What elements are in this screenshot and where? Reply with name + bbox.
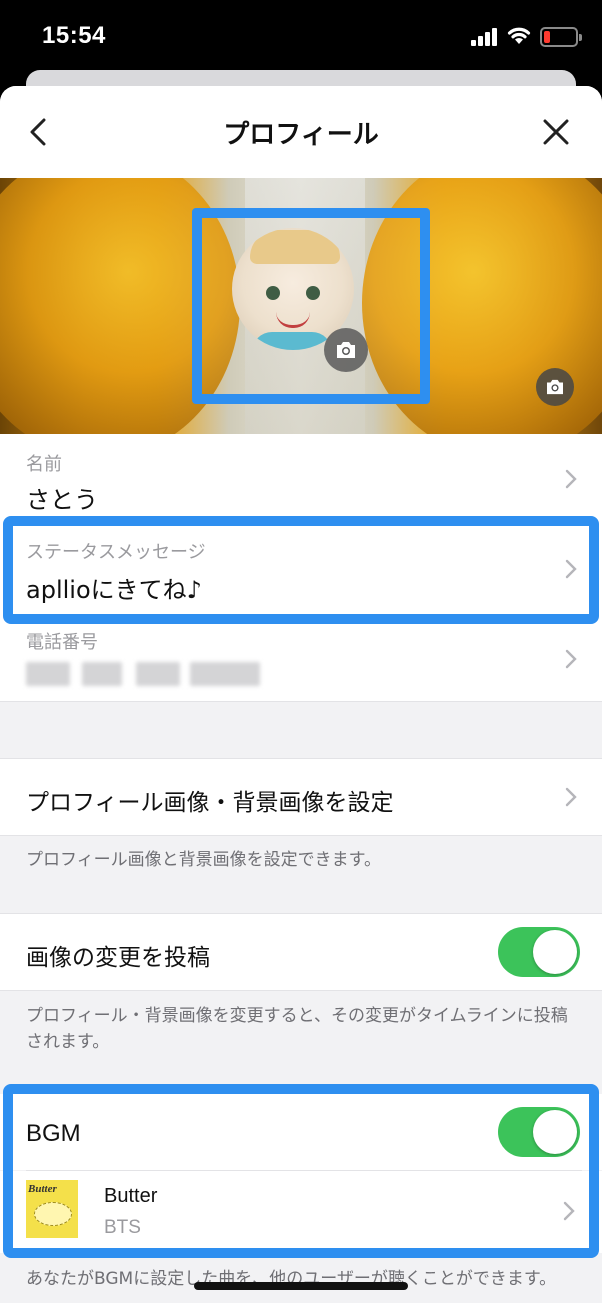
status-bar: 15:54	[0, 0, 602, 72]
divider	[0, 701, 602, 702]
phone-label: 電話番号	[26, 632, 98, 653]
signal-icon	[471, 28, 499, 46]
avatar-camera-button[interactable]	[324, 328, 368, 372]
avatar-highlight-frame	[192, 208, 430, 404]
status-message-highlight-frame	[3, 516, 599, 624]
set-images-row[interactable]: プロフィール画像・背景画像を設定	[0, 759, 602, 835]
post-change-label: 画像の変更を投稿	[26, 945, 210, 971]
divider	[0, 990, 602, 991]
name-value: さとう	[26, 486, 98, 514]
chevron-right-icon	[565, 787, 577, 807]
battery-icon	[540, 27, 582, 47]
bgm-highlight-frame	[3, 1084, 599, 1258]
set-images-label: プロフィール画像・背景画像を設定	[26, 790, 394, 816]
wifi-icon	[507, 27, 531, 44]
chevron-right-icon	[565, 649, 577, 669]
phone-value-blurred	[26, 662, 260, 686]
name-label: 名前	[26, 454, 62, 475]
nav-bar: プロフィール	[0, 86, 602, 178]
post-change-row: 画像の変更を投稿	[0, 914, 602, 990]
name-row[interactable]: 名前 さとう	[0, 434, 602, 520]
cover-camera-button[interactable]	[536, 368, 574, 406]
set-images-description: プロフィール画像と背景画像を設定できます。	[26, 850, 381, 870]
home-indicator[interactable]	[194, 1282, 408, 1290]
post-change-description: プロフィール・背景画像を変更すると、その変更がタイムラインに投稿されます。	[26, 1006, 568, 1052]
chevron-right-icon	[565, 469, 577, 489]
camera-icon	[547, 379, 563, 395]
camera-icon	[337, 342, 355, 358]
status-time: 15:54	[42, 22, 106, 49]
post-change-toggle[interactable]	[498, 927, 580, 977]
close-icon[interactable]	[538, 114, 574, 150]
page-title: プロフィール	[223, 120, 379, 150]
divider	[0, 835, 602, 836]
